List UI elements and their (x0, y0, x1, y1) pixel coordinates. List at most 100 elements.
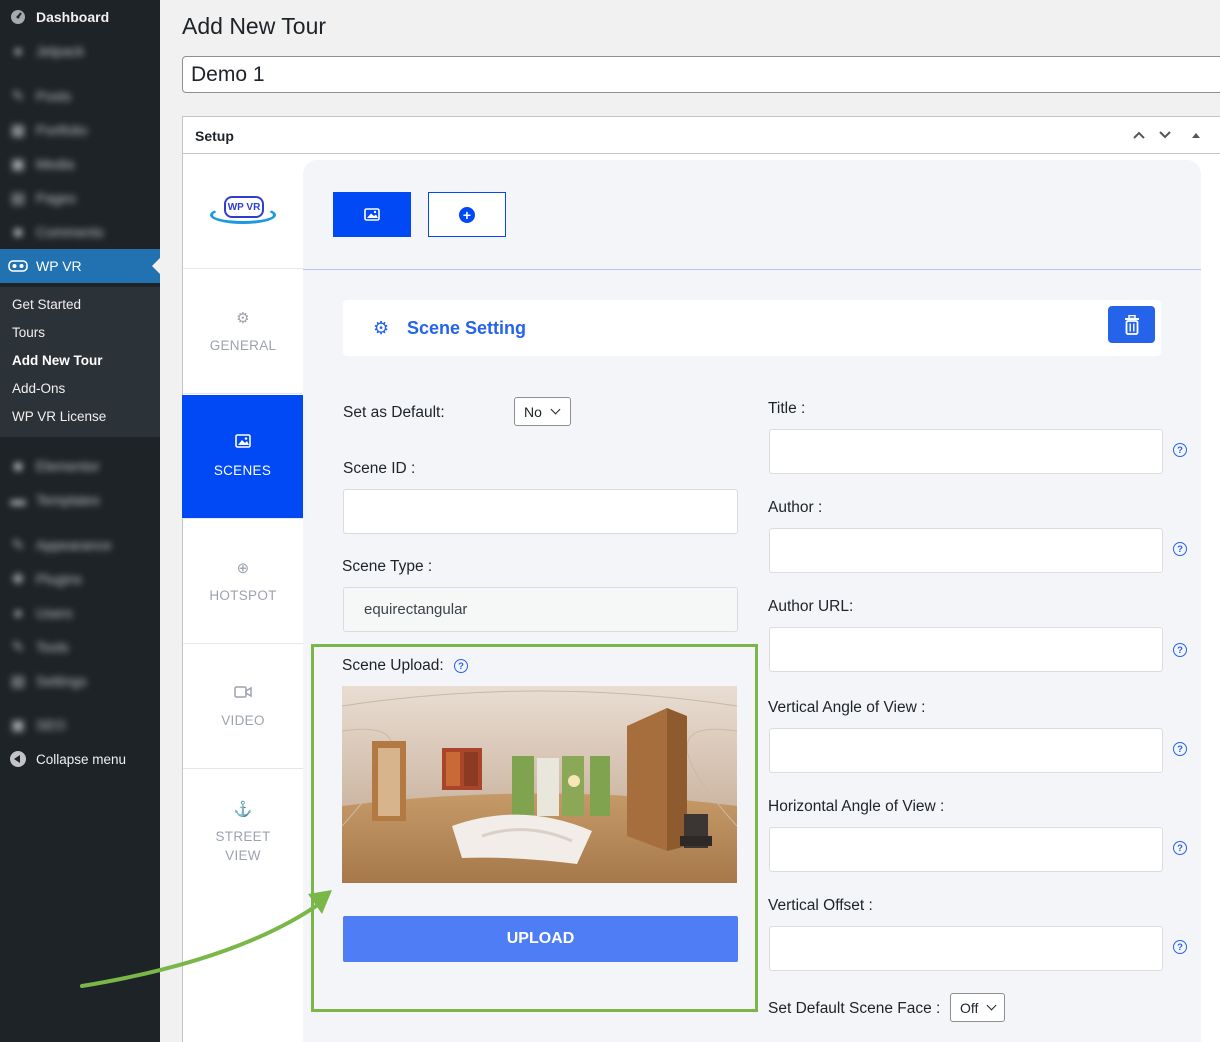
tab-label: STREET VIEW (215, 828, 271, 863)
move-up-icon[interactable] (1129, 125, 1149, 145)
postbox-title: Setup (195, 128, 234, 144)
menu-label: WP VR (36, 258, 82, 274)
image-icon (364, 208, 380, 221)
logo-text: WP VR (224, 196, 264, 218)
gear-icon: ⚙ (373, 318, 390, 338)
move-down-icon[interactable] (1155, 125, 1175, 145)
menu-item-appearance[interactable]: ✎ Appearance (0, 528, 160, 562)
scene-upload-label: Scene Upload: (342, 657, 444, 674)
settings-icon: ▤ (10, 673, 26, 690)
submenu-get-started[interactable]: Get Started (12, 297, 81, 312)
author-url-input[interactable] (769, 627, 1163, 672)
current-menu-arrow (152, 258, 160, 274)
title-label: Title : (768, 400, 806, 417)
wpvr-logo: WP VR (183, 154, 303, 269)
scene-type-input[interactable]: equirectangular (343, 587, 738, 632)
scene-type-label: Scene Type : (342, 558, 433, 575)
scene-id-input[interactable] (343, 489, 738, 534)
collapse-arrow-icon (10, 751, 26, 767)
wpvr-logo-icon: WP VR (210, 196, 276, 226)
vertical-aov-input[interactable] (769, 728, 1163, 773)
anchor-icon: ⚓ (233, 800, 253, 818)
set-default-select[interactable]: No (514, 397, 571, 426)
horizontal-aov-input[interactable] (769, 827, 1163, 872)
menu-label: Comments (36, 224, 104, 240)
postbox-header: Setup (183, 117, 1220, 154)
menu-label: Jetpack (36, 43, 85, 59)
submenu-add-ons[interactable]: Add-Ons (12, 381, 65, 396)
wrench-icon: ✎ (11, 639, 25, 656)
menu-item-dashboard[interactable]: Dashboard (0, 0, 160, 34)
tab-label: SCENES (213, 462, 272, 478)
chevron-down-icon (550, 404, 561, 415)
help-icon[interactable]: ? (1173, 940, 1187, 954)
help-icon[interactable]: ? (1173, 542, 1187, 556)
title-input[interactable] (769, 429, 1163, 474)
tab-street-view[interactable]: ⚓ STREET VIEW (183, 770, 303, 894)
menu-label: Media (36, 156, 75, 172)
tab-general[interactable]: ⚙ GENERAL (183, 270, 303, 394)
menu-item-comments[interactable]: ■ Comments (0, 215, 160, 249)
delete-scene-button[interactable] (1108, 306, 1155, 343)
brush-icon: ✎ (11, 537, 25, 554)
author-url-label: Author URL: (768, 598, 854, 615)
submenu-license[interactable]: WP VR License (12, 409, 106, 424)
menu-item-wp-vr[interactable]: WP VR (0, 249, 160, 283)
help-icon[interactable]: ? (1173, 643, 1187, 657)
toggle-panel-icon[interactable] (1186, 125, 1206, 145)
menu-item-media[interactable]: ▣ Media (0, 147, 160, 181)
menu-item-portfolio[interactable]: ▦ Portfolio (0, 113, 160, 147)
menu-item-pages[interactable]: ▤ Pages (0, 181, 160, 215)
crosshair-icon: ⊕ (236, 559, 250, 577)
scene-1-button[interactable] (333, 192, 411, 237)
author-label: Author : (768, 499, 823, 516)
menu-item-posts[interactable]: ✎ Posts (0, 79, 160, 113)
help-icon[interactable]: ? (1173, 841, 1187, 855)
default-face-label: Set Default Scene Face : (768, 1000, 941, 1017)
submenu-add-new-tour[interactable]: Add New Tour (12, 353, 103, 368)
menu-label: Appearance (36, 537, 112, 553)
set-default-label: Set as Default: (343, 404, 445, 421)
portfolio-icon: ▦ (10, 122, 26, 139)
menu-label: Plugins (36, 571, 82, 587)
default-face-select[interactable]: Off (950, 993, 1005, 1022)
help-icon[interactable]: ? (1173, 742, 1187, 756)
upload-button[interactable]: UPLOAD (343, 916, 738, 962)
menu-item-plugins[interactable]: ✚ Plugins (0, 562, 160, 596)
help-icon[interactable]: ? (1173, 443, 1187, 457)
tab-label: VIDEO (221, 712, 265, 728)
menu-item-templates[interactable]: ▬ Templates (0, 483, 160, 517)
pages-icon: ▤ (10, 190, 26, 207)
vertical-offset-input[interactable] (769, 926, 1163, 971)
chevron-down-icon (986, 1000, 997, 1011)
dashboard-icon (0, 9, 36, 25)
menu-item-elementor[interactable]: ■ Elementor (0, 449, 160, 483)
pin-icon: ✎ (11, 88, 25, 105)
menu-item-seo[interactable]: ▣ SEO (0, 708, 160, 742)
menu-label: Templates (36, 492, 100, 508)
menu-label: SEO (36, 717, 66, 733)
add-scene-button[interactable]: + (428, 192, 506, 237)
select-value: Off (960, 999, 979, 1016)
select-value: No (524, 403, 542, 420)
submenu-tours[interactable]: Tours (12, 325, 45, 340)
menu-item-tools[interactable]: ✎ Tools (0, 630, 160, 664)
tab-hotspot[interactable]: ⊕ HOTSPOT (183, 520, 303, 644)
tab-label: GENERAL (209, 337, 277, 353)
tab-scenes[interactable]: SCENES (182, 395, 303, 519)
menu-item-jetpack[interactable]: ● Jetpack (0, 34, 160, 68)
users-icon: ● (13, 604, 23, 622)
help-icon[interactable]: ? (454, 659, 468, 673)
media-icon: ▣ (10, 156, 26, 173)
collapse-menu-button[interactable]: Collapse menu (0, 742, 160, 776)
author-input[interactable] (769, 528, 1163, 573)
jetpack-icon: ● (13, 42, 23, 60)
vr-icon (0, 259, 36, 273)
elementor-icon: ■ (13, 457, 23, 475)
annotation-arrow-icon (80, 890, 332, 988)
tab-video[interactable]: VIDEO (183, 645, 303, 769)
tour-title-input[interactable] (182, 56, 1220, 93)
menu-item-users[interactable]: ● Users (0, 596, 160, 630)
menu-item-settings[interactable]: ▤ Settings (0, 664, 160, 698)
plus-circle-icon: + (459, 206, 475, 223)
